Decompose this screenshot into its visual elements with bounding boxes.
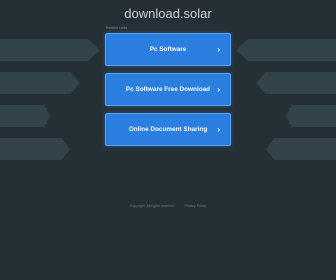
decor-band-left-4 (0, 138, 70, 160)
link-label: Pc Software Free Download (125, 86, 211, 93)
link-button-online-document-sharing[interactable]: Online Document Sharing › (105, 113, 231, 146)
link-label: Pc Software (149, 46, 187, 53)
chevron-right-icon: › (217, 45, 220, 54)
link-label: Online Document Sharing (128, 126, 208, 133)
link-button-pc-software[interactable]: Pc Software › (105, 33, 231, 66)
domain-title: download.solar (124, 6, 212, 21)
footer: Copyright. All rights reserved. Privacy … (0, 204, 336, 208)
copyright-text: Copyright. All rights reserved. (129, 204, 176, 208)
decor-band-right-3 (286, 105, 336, 127)
decor-band-right-2 (256, 72, 336, 94)
decor-band-left-2 (0, 72, 80, 94)
privacy-policy-link[interactable]: Privacy Policy (184, 204, 206, 208)
decor-band-left-3 (0, 105, 50, 127)
chevron-right-icon: › (217, 85, 220, 94)
decor-band-right-1 (236, 39, 336, 61)
decor-band-right-4 (266, 138, 336, 160)
link-button-pc-software-free-download[interactable]: Pc Software Free Download › (105, 73, 231, 106)
decor-band-left-1 (0, 39, 100, 61)
chevron-right-icon: › (217, 125, 220, 134)
related-links-label: Related Links (106, 26, 128, 30)
